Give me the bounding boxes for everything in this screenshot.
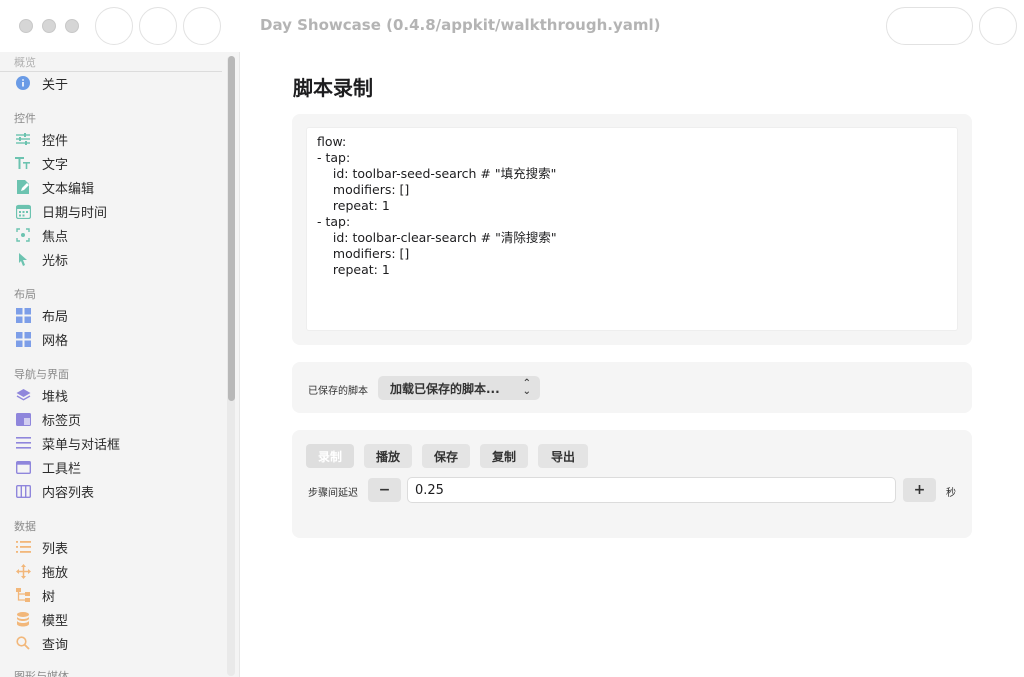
sidebar-section-navigation: 导航与界面 <box>14 368 69 381</box>
toolbar-button-1[interactable] <box>95 7 133 45</box>
focus-icon <box>14 226 32 244</box>
sidebar-item-label: 菜单与对话框 <box>42 437 121 453</box>
sidebar-item-label: 工具栏 <box>42 461 82 477</box>
window-controls <box>19 19 79 33</box>
sidebar-item-datetime[interactable]: 日期与时间 <box>14 200 107 222</box>
sidebar-item-label: 焦点 <box>42 229 69 245</box>
step-delay-input[interactable] <box>407 477 896 503</box>
script-editor-panel: flow: - tap: id: toolbar-seed-search # "… <box>292 114 972 345</box>
sidebar-section-overview: 概览 <box>14 56 36 69</box>
sidebar-item-label: 文字 <box>42 157 69 173</box>
cursor-arrow-icon <box>14 250 32 268</box>
sidebar-section-graphics: 图形与媒体 <box>14 670 69 677</box>
sidebar-item-label: 网格 <box>42 333 69 349</box>
sidebar-item-controls[interactable]: 控件 <box>14 128 68 150</box>
sidebar-item-layout[interactable]: 布局 <box>14 304 68 326</box>
toolbar-button-right[interactable] <box>979 7 1017 45</box>
sidebar-item-menus-dialogs[interactable]: 菜单与对话框 <box>14 432 120 454</box>
sidebar-item-label: 控件 <box>42 133 69 149</box>
sidebar-item-text[interactable]: 文字 <box>14 152 68 174</box>
sidebar-item-label: 树 <box>42 589 56 605</box>
sidebar-section-data: 数据 <box>14 520 36 533</box>
decrement-delay-button[interactable]: − <box>368 478 401 502</box>
sidebar-item-model[interactable]: 模型 <box>14 608 68 630</box>
window-title: Day Showcase (0.4.8/appkit/walkthrough.y… <box>260 16 661 34</box>
minimize-window-button[interactable] <box>42 19 56 33</box>
sidebar-item-query[interactable]: 查询 <box>14 632 68 654</box>
sidebar-item-label: 列表 <box>42 541 69 557</box>
sidebar-item-label: 堆栈 <box>42 389 69 405</box>
sidebar-item-toolbar[interactable]: 工具栏 <box>14 456 81 478</box>
sidebar-item-cursor[interactable]: 光标 <box>14 248 68 270</box>
sidebar-item-drag-drop[interactable]: 拖放 <box>14 560 68 582</box>
sidebar-item-tabs[interactable]: 标签页 <box>14 408 81 430</box>
save-button[interactable]: 保存 <box>422 444 470 468</box>
sidebar-item-label: 模型 <box>42 613 69 629</box>
zoom-window-button[interactable] <box>65 19 79 33</box>
copy-button[interactable]: 复制 <box>480 444 528 468</box>
saved-scripts-popup-label: 加载已保存的脚本... <box>390 381 500 396</box>
info-icon <box>14 74 32 92</box>
sidebar-item-about[interactable]: 关于 <box>14 72 68 94</box>
play-button[interactable]: 播放 <box>364 444 412 468</box>
script-editor[interactable]: flow: - tap: id: toolbar-seed-search # "… <box>306 127 958 331</box>
layout-grid-icon <box>14 306 32 324</box>
chevron-up-down-icon: ⌃ ⌄ <box>522 378 531 397</box>
toolbar-pill-button[interactable] <box>886 7 973 45</box>
calendar-icon <box>14 202 32 220</box>
main-content: 脚本录制 flow: - tap: id: toolbar-seed-searc… <box>241 52 1024 677</box>
sidebar-item-grid[interactable]: 网格 <box>14 328 68 350</box>
sidebar-item-label: 查询 <box>42 637 69 653</box>
close-window-button[interactable] <box>19 19 33 33</box>
toolbar-button-3[interactable] <box>183 7 221 45</box>
sidebar-item-label: 日期与时间 <box>42 205 108 221</box>
sidebar-item-label: 文本编辑 <box>42 181 95 197</box>
saved-scripts-label: 已保存的脚本 <box>308 386 368 397</box>
sidebar-item-stack[interactable]: 堆栈 <box>14 384 68 406</box>
document-edit-icon <box>14 178 32 196</box>
sidebar-item-list[interactable]: 列表 <box>14 536 68 558</box>
sidebar-item-content-list[interactable]: 内容列表 <box>14 480 94 502</box>
search-icon <box>14 634 32 652</box>
sidebar-scrollbar-thumb[interactable] <box>228 56 235 401</box>
title-bar: Day Showcase (0.4.8/appkit/walkthrough.y… <box>0 0 1024 52</box>
record-button[interactable]: 录制 <box>306 444 354 468</box>
seconds-unit-label: 秒 <box>946 488 956 499</box>
sidebar-item-label: 标签页 <box>42 413 82 429</box>
sidebar-item-label: 内容列表 <box>42 485 95 501</box>
sidebar: 概览 关于 控件 控件 文字 文本编辑 日期与时间 焦点 光标 布局 布局 网格… <box>0 52 240 677</box>
move-arrows-icon <box>14 562 32 580</box>
page-title: 脚本录制 <box>293 76 373 100</box>
sidebar-item-label: 光标 <box>42 253 69 269</box>
saved-scripts-panel: 已保存的脚本 加载已保存的脚本... ⌃ ⌄ <box>292 362 972 413</box>
tabs-icon <box>14 410 32 428</box>
grid-icon <box>14 330 32 348</box>
list-icon <box>14 538 32 556</box>
stack-layers-icon <box>14 386 32 404</box>
menu-lines-icon <box>14 434 32 452</box>
sidebar-item-tree[interactable]: 树 <box>14 584 55 606</box>
sliders-icon <box>14 130 32 148</box>
window-toolbar-icon <box>14 458 32 476</box>
step-delay-label: 步骤间延迟 <box>308 488 358 499</box>
database-icon <box>14 610 32 628</box>
text-format-icon <box>14 154 32 172</box>
tree-icon <box>14 586 32 604</box>
columns-icon <box>14 482 32 500</box>
sidebar-item-label: 关于 <box>42 77 69 93</box>
sidebar-section-layout: 布局 <box>14 288 36 301</box>
saved-scripts-popup[interactable]: 加载已保存的脚本... ⌃ ⌄ <box>378 376 540 400</box>
sidebar-item-label: 拖放 <box>42 565 69 581</box>
toolbar-button-2[interactable] <box>139 7 177 45</box>
export-button[interactable]: 导出 <box>538 444 588 468</box>
sidebar-item-focus[interactable]: 焦点 <box>14 224 68 246</box>
sidebar-item-text-edit[interactable]: 文本编辑 <box>14 176 94 198</box>
sidebar-item-label: 布局 <box>42 309 69 325</box>
sidebar-section-controls: 控件 <box>14 112 36 125</box>
increment-delay-button[interactable]: + <box>903 478 936 502</box>
recording-controls-panel: 录制 播放 保存 复制 导出 步骤间延迟 − + 秒 <box>292 430 972 538</box>
